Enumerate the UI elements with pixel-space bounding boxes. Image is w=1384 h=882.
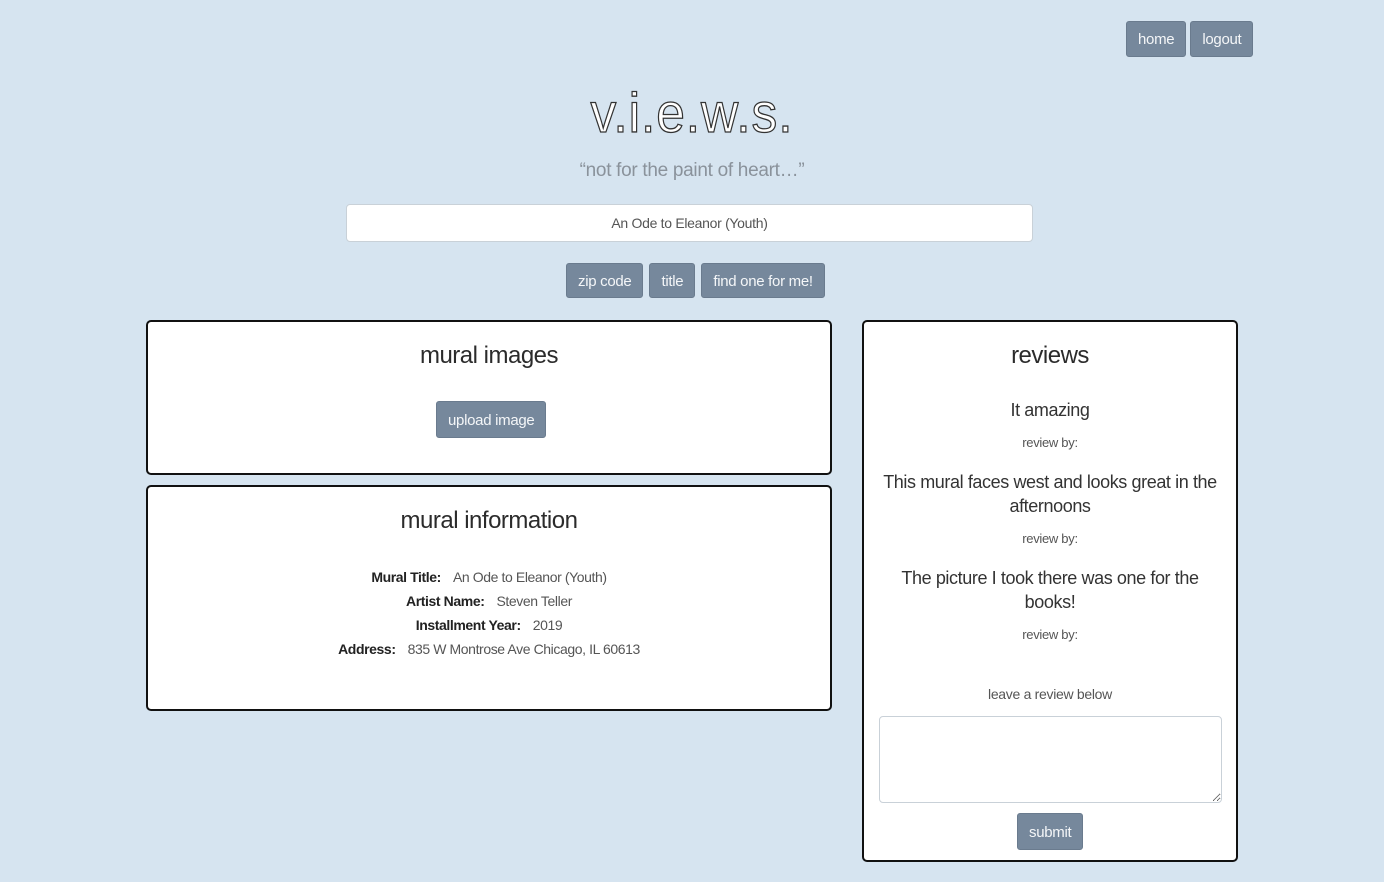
mural-images-panel: mural images upload image xyxy=(146,320,832,475)
find-one-button[interactable]: find one for me! xyxy=(701,263,825,298)
search-buttons: zip code title find one for me! xyxy=(566,263,825,298)
info-value: 835 W Montrose Ave Chicago, IL 60613 xyxy=(407,641,641,657)
info-row-year: Installment Year: 2019 xyxy=(148,613,830,637)
review-text: The picture I took there was one for the… xyxy=(901,568,1199,612)
top-nav: home logout xyxy=(1126,21,1254,57)
info-label: Artist Name: xyxy=(406,593,485,609)
mural-information-heading: mural information xyxy=(400,507,578,534)
review-author: review by: xyxy=(1022,627,1078,642)
info-value: Steven Teller xyxy=(496,593,572,609)
mural-info-list: Mural Title: An Ode to Eleanor (Youth) Ar… xyxy=(148,565,830,661)
title-button[interactable]: title xyxy=(649,263,696,298)
info-row-address: Address: 835 W Montrose Ave Chicago, IL 6… xyxy=(148,637,830,661)
review-author: review by: xyxy=(1022,435,1078,450)
leave-review-label: leave a review below xyxy=(988,686,1112,702)
review-textarea[interactable] xyxy=(879,716,1222,803)
reviews-panel: reviews It amazing review by: This mural… xyxy=(862,320,1238,862)
mural-information-panel: mural information Mural Title: An Ode to … xyxy=(146,485,832,711)
info-label: Address: xyxy=(338,641,396,657)
info-row-artist: Artist Name: Steven Teller xyxy=(148,589,830,613)
search-input[interactable]: An Ode to Eleanor (Youth) xyxy=(346,204,1033,242)
review-author: review by: xyxy=(1022,531,1078,546)
info-value: 2019 xyxy=(532,617,563,633)
info-label: Mural Title: xyxy=(371,569,441,585)
site-title: v.i.e.w.s. xyxy=(590,80,794,144)
review-text: It amazing xyxy=(1010,400,1090,420)
logout-button[interactable]: logout xyxy=(1190,21,1254,57)
zip-code-button[interactable]: zip code xyxy=(566,263,644,298)
review-text: This mural faces west and looks great in… xyxy=(883,472,1217,516)
home-button[interactable]: home xyxy=(1126,21,1187,57)
info-value: An Ode to Eleanor (Youth) xyxy=(452,569,607,585)
info-label: Installment Year: xyxy=(415,617,521,633)
submit-button[interactable]: submit xyxy=(1017,813,1084,850)
info-row-title: Mural Title: An Ode to Eleanor (Youth) xyxy=(148,565,830,589)
mural-images-heading: mural images xyxy=(419,342,559,369)
site-tagline: “not for the paint of heart…” xyxy=(579,160,805,181)
upload-image-button[interactable]: upload image xyxy=(436,401,547,438)
reviews-heading: reviews xyxy=(1011,342,1089,369)
